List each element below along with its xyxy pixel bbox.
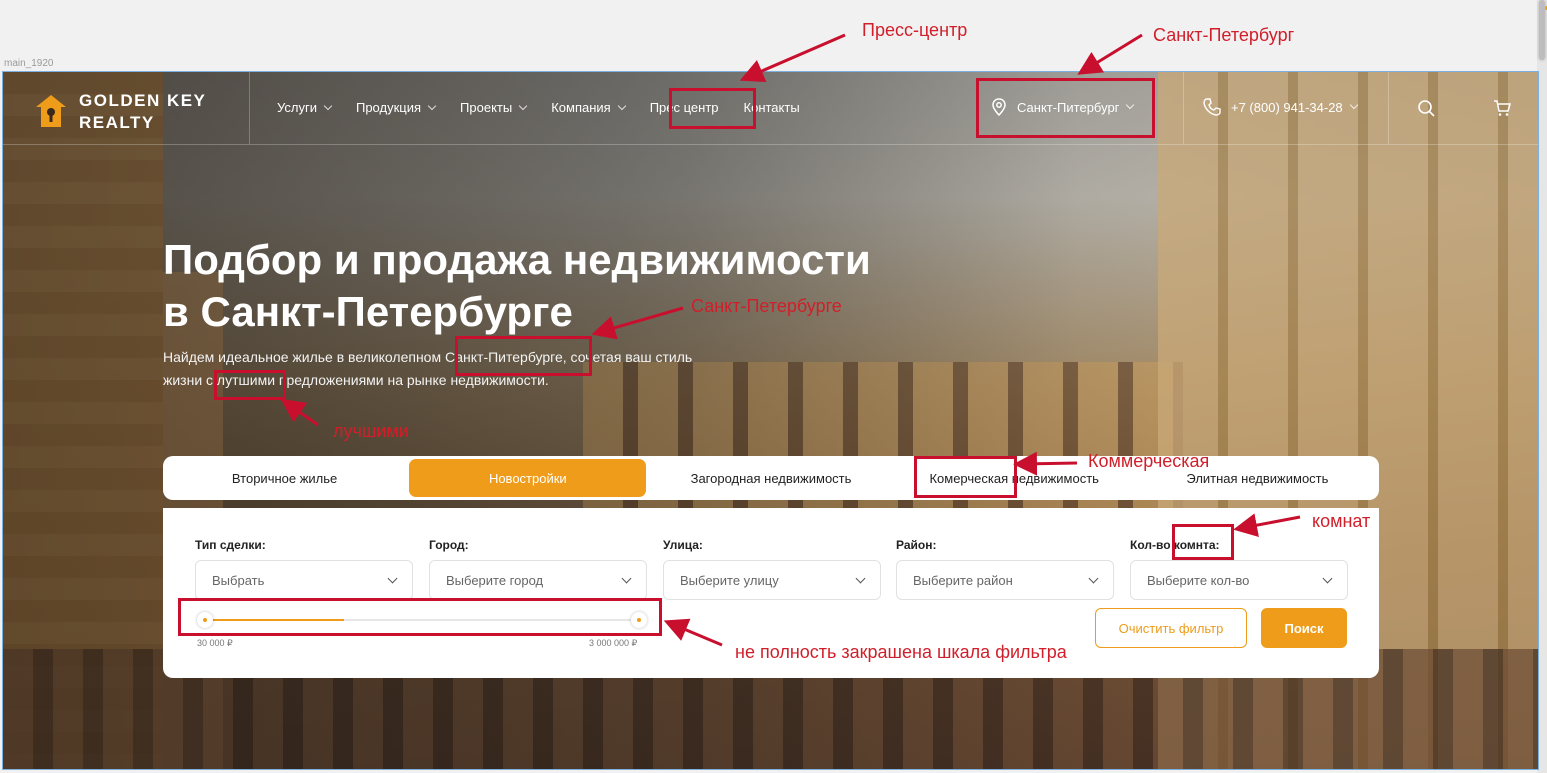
arrow-best bbox=[280, 398, 319, 427]
arrow-press bbox=[739, 33, 846, 83]
arrow-slider bbox=[663, 618, 723, 647]
annotation-arrows bbox=[280, 33, 1301, 647]
arrow-commercial bbox=[1013, 451, 1078, 476]
arrow-rooms bbox=[1233, 513, 1301, 537]
arrow-city bbox=[1077, 33, 1143, 75]
arrow-spb-text bbox=[591, 306, 684, 340]
